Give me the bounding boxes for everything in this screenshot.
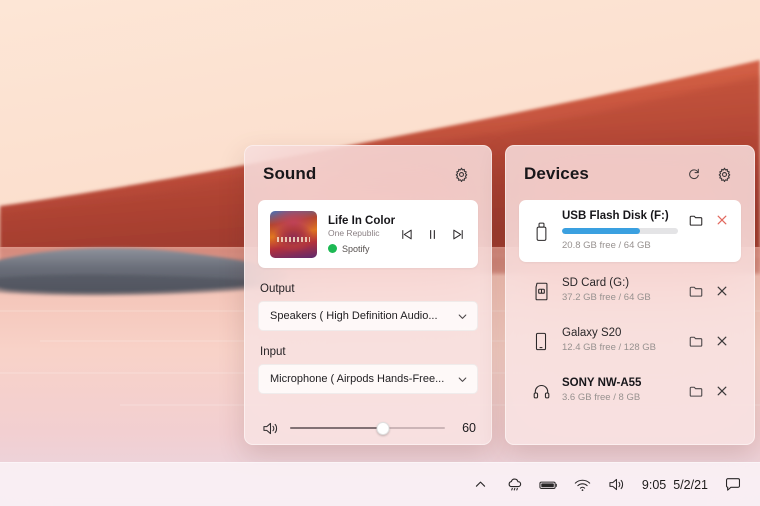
device-name: SD Card (G:) — [562, 277, 630, 289]
volume-slider-fill — [290, 427, 383, 429]
speaker-icon[interactable] — [262, 421, 279, 436]
storage-total: 64 GB — [623, 292, 651, 303]
clock-date: 5/2/21 — [673, 477, 708, 492]
sd-card-icon — [530, 277, 552, 303]
chevron-down-icon — [458, 377, 467, 382]
battery-icon[interactable] — [532, 467, 566, 503]
phone-icon — [530, 327, 552, 353]
sound-header-actions — [449, 162, 473, 186]
devices-flyout-panel: Devices USB Flash Disk (F:) 20.8 GB free… — [505, 145, 755, 445]
input-device-select[interactable]: Microphone ( Airpods Hands-Free... — [258, 364, 478, 394]
close-icon[interactable] — [714, 333, 730, 349]
album-art — [270, 210, 317, 258]
input-label: Input — [260, 346, 286, 358]
device-name: USB Flash Disk (F:) — [562, 210, 669, 222]
device-row[interactable]: SONY NW-A55 3.6 GB free / 8 GB — [519, 368, 741, 412]
device-card-usb[interactable]: USB Flash Disk (F:) 20.8 GB free / 64 GB — [519, 200, 741, 262]
chevron-up-icon[interactable] — [464, 467, 498, 503]
clock-time: 9:05 — [641, 477, 667, 492]
media-source: Spotify — [328, 244, 395, 254]
close-icon[interactable] — [714, 383, 730, 399]
storage-bar-fill — [562, 228, 640, 234]
device-body: USB Flash Disk (F:) 20.8 GB free / 64 GB — [562, 210, 678, 251]
page-title: Sound — [263, 164, 317, 183]
gear-icon[interactable] — [449, 162, 473, 186]
input-field-block: Input Microphone ( Airpods Hands-Free... — [258, 346, 478, 394]
track-title: Life In Color — [328, 214, 396, 227]
sound-flyout-panel: Sound Life In Color One Republic Spotify — [244, 145, 492, 445]
storage-total: 8 GB — [618, 392, 641, 403]
storage-text: 37.2 GB free / 64 GB — [562, 292, 678, 303]
media-controls — [395, 227, 466, 242]
pause-icon[interactable] — [425, 227, 440, 242]
storage-separator: / — [613, 392, 616, 403]
media-source-label: Spotify — [342, 243, 370, 254]
input-device-value: Microphone ( Airpods Hands-Free... — [270, 373, 445, 385]
wifi-icon[interactable] — [566, 467, 600, 503]
device-name: Galaxy S20 — [562, 327, 622, 339]
storage-free: 3.6 GB free — [562, 392, 611, 403]
chevron-down-icon — [458, 314, 467, 319]
folder-icon[interactable] — [688, 333, 704, 349]
output-label: Output — [260, 283, 295, 295]
gear-icon[interactable] — [712, 162, 736, 186]
media-player-card: Life In Color One Republic Spotify — [258, 200, 478, 268]
headphones-icon — [530, 377, 552, 403]
chat-bubble-icon[interactable] — [716, 467, 750, 503]
storage-separator: / — [618, 342, 622, 353]
volume-slider-thumb[interactable] — [376, 421, 390, 435]
storage-bar — [562, 228, 678, 234]
output-device-select[interactable]: Speakers ( High Definition Audio... — [258, 301, 478, 331]
devices-panel-header: Devices — [506, 146, 754, 186]
storage-total: 64 GB — [623, 240, 651, 251]
storage-separator: / — [618, 240, 622, 251]
close-icon[interactable] — [714, 212, 730, 228]
device-body: SD Card (G:) 37.2 GB free / 64 GB — [562, 277, 678, 303]
storage-free: 37.2 GB free — [562, 292, 616, 303]
volume-value: 60 — [462, 421, 476, 435]
device-actions — [688, 377, 730, 403]
next-track-icon[interactable] — [451, 227, 466, 242]
clock-date-button[interactable]: 9:05 5/2/21 — [634, 467, 716, 503]
storage-free: 20.8 GB free — [562, 240, 616, 251]
usb-drive-icon — [530, 210, 552, 251]
device-actions — [688, 277, 730, 303]
cloud-icon[interactable] — [498, 467, 532, 503]
speaker-icon[interactable] — [600, 467, 634, 503]
volume-slider[interactable] — [290, 420, 445, 436]
sound-panel-header: Sound — [245, 146, 491, 186]
media-metadata: Life In Color One Republic Spotify — [317, 215, 395, 254]
refresh-icon[interactable] — [682, 162, 706, 186]
devices-header-actions — [682, 162, 736, 186]
storage-text: 12.4 GB free / 128 GB — [562, 342, 678, 353]
close-icon[interactable] — [714, 283, 730, 299]
device-body: Galaxy S20 12.4 GB free / 128 GB — [562, 327, 678, 353]
spotify-icon — [328, 244, 337, 253]
folder-icon[interactable] — [688, 212, 704, 228]
device-actions — [688, 210, 730, 251]
device-row[interactable]: Galaxy S20 12.4 GB free / 128 GB — [519, 318, 741, 362]
volume-control-row: 60 — [262, 420, 476, 436]
device-actions — [688, 327, 730, 353]
folder-icon[interactable] — [688, 283, 704, 299]
storage-free: 12.4 GB free — [562, 342, 616, 353]
folder-icon[interactable] — [688, 383, 704, 399]
storage-text: 3.6 GB free / 8 GB — [562, 392, 678, 403]
device-row[interactable]: SD Card (G:) 37.2 GB free / 64 GB — [519, 268, 741, 312]
storage-text: 20.8 GB free / 64 GB — [562, 240, 678, 251]
storage-total: 128 GB — [623, 342, 657, 353]
device-name: SONY NW-A55 — [562, 377, 642, 389]
output-field-block: Output Speakers ( High Definition Audio.… — [258, 283, 478, 331]
previous-track-icon[interactable] — [399, 227, 414, 242]
output-device-value: Speakers ( High Definition Audio... — [270, 310, 438, 322]
devices-title: Devices — [524, 164, 589, 183]
taskbar: 9:05 5/2/21 — [0, 462, 760, 506]
track-artist: One Republic — [328, 227, 380, 238]
device-body: SONY NW-A55 3.6 GB free / 8 GB — [562, 377, 678, 403]
storage-separator: / — [618, 292, 622, 303]
